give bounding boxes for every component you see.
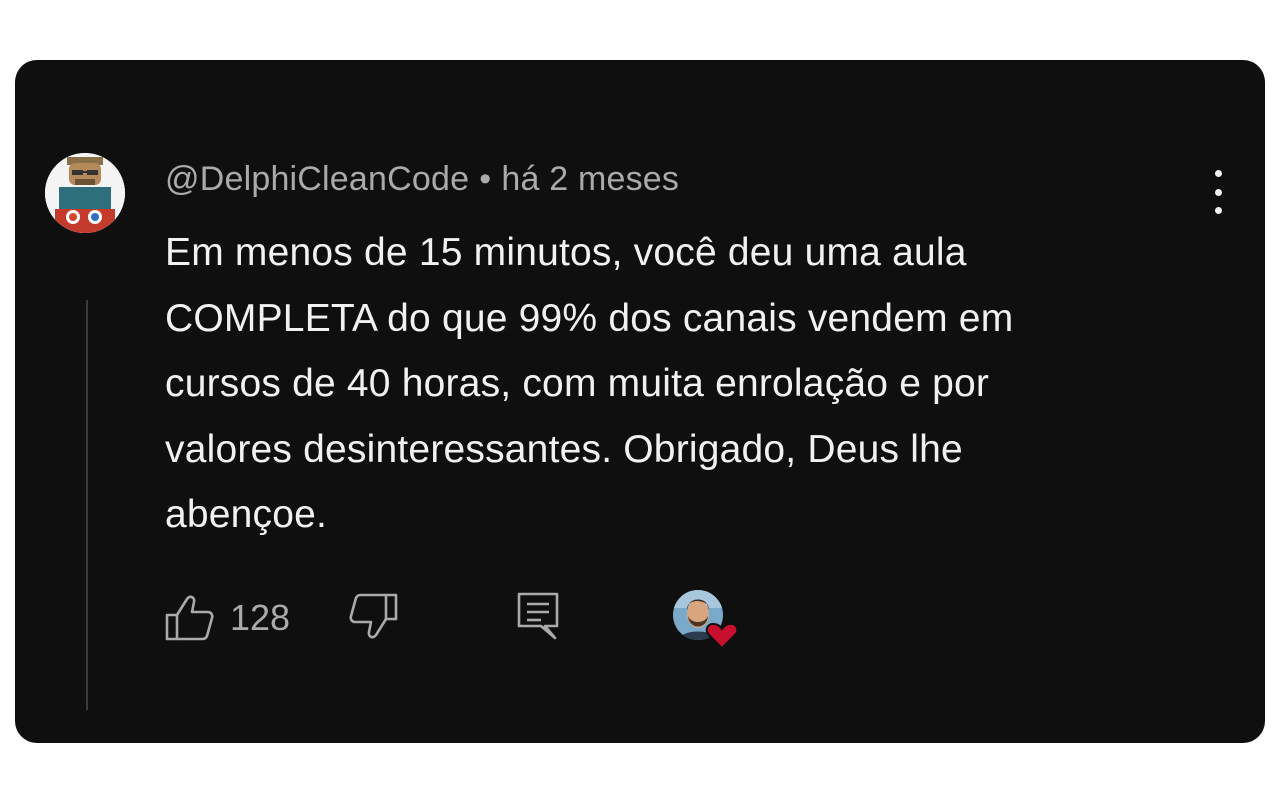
avatar-image <box>45 153 125 233</box>
more-vert-dot <box>1214 188 1222 196</box>
creator-heart-icon <box>673 590 739 650</box>
more-vert-icon <box>1214 170 1222 177</box>
more-options-button[interactable] <box>1203 170 1233 214</box>
thread-line <box>86 300 88 710</box>
author-handle[interactable]: @DelphiCleanCode <box>165 160 469 198</box>
comment-card: @DelphiCleanCode • há 2 meses Em menos de … <box>15 60 1265 743</box>
comment-actions: 128 <box>165 588 865 650</box>
like-count: 128 <box>230 597 291 638</box>
more-vert-dot <box>1214 207 1222 214</box>
comment-reply-icon[interactable] <box>515 590 561 642</box>
avatar[interactable] <box>45 153 125 233</box>
comment-header: @DelphiCleanCode • há 2 meses <box>165 160 679 199</box>
thumb-down-icon[interactable] <box>348 592 398 640</box>
comment-text: Em menos de 15 minutos, você deu uma aul… <box>165 231 1014 536</box>
separator-dot: • <box>479 160 492 198</box>
comment-timestamp[interactable]: há 2 meses <box>501 160 679 198</box>
thumb-up-icon[interactable] <box>165 594 215 642</box>
